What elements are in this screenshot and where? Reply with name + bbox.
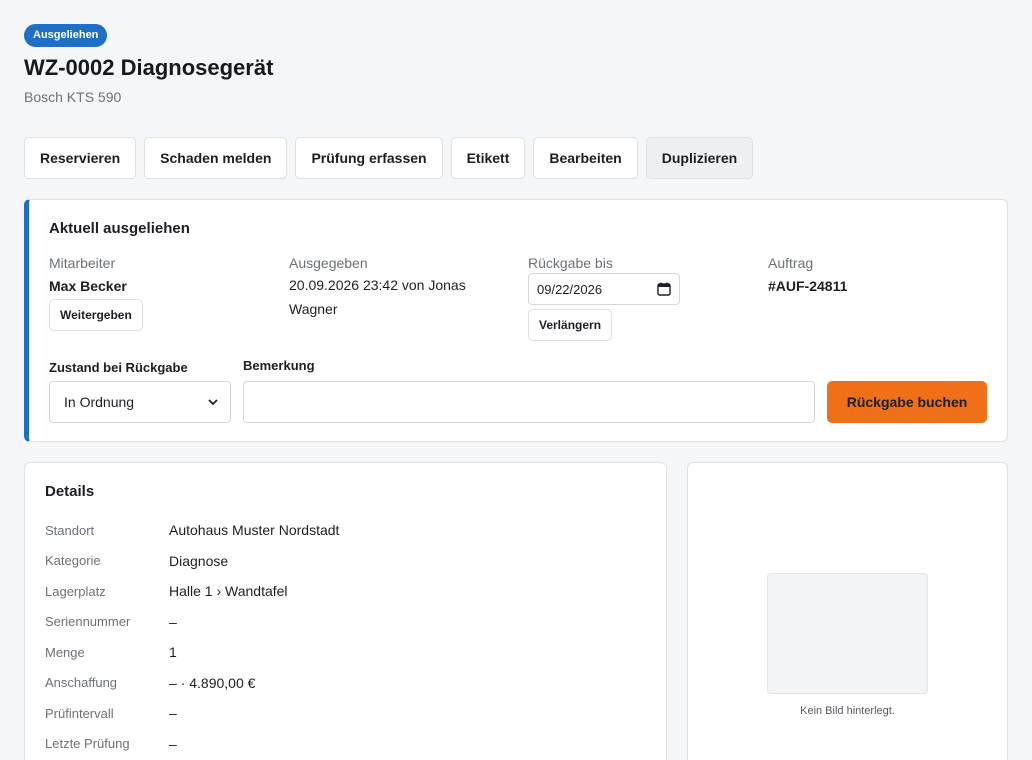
current-loan-card: Aktuell ausgeliehen Mitarbeiter Max Beck… [24,199,1008,442]
details-key: Menge [45,644,85,660]
details-value: Autohaus Muster Nordstadt [169,522,340,539]
return-column: Rückgabe bis 09/22/2026 Verlängern [528,255,680,341]
page-title: WZ-0002 Diagnosegerät [24,55,274,80]
details-value: – · 4.890,00 € [169,674,256,691]
details-row: Lagerplatz Halle 1 › Wandtafel [45,576,339,607]
details-value: – [169,613,177,630]
return-label: Rückgabe bis [528,255,613,271]
details-row: Anschaffung – · 4.890,00 € [45,668,339,699]
page-subtitle: Bosch KTS 590 [24,89,122,105]
issued-column: Ausgegeben 20.09.2026 23:42 von Jonas Wa… [289,255,509,321]
details-key: Standort [45,522,95,538]
forward-button[interactable]: Weitergeben [49,299,143,331]
image-card: Kein Bild hinterlegt. [687,462,1008,760]
details-value: Halle 1 › Wandtafel [169,583,288,600]
action-toolbar: Reservieren Schaden melden Prüfung erfas… [24,137,754,179]
report-damage-button[interactable]: Schaden melden [144,137,288,179]
details-value: 1 [169,644,177,661]
duplicate-button[interactable]: Duplizieren [645,137,754,179]
return-date-input[interactable]: 09/22/2026 [528,273,680,305]
details-row: Seriennummer – [45,607,339,638]
details-row: Kategorie Diagnose [45,546,339,577]
edit-button[interactable]: Bearbeiten [533,137,638,179]
employee-name: Max Becker [49,278,127,294]
details-table: Standort Autohaus Muster Nordstadt Kateg… [45,515,339,759]
employee-column: Mitarbeiter Max Becker Weitergeben [49,255,143,331]
chevron-down-icon [208,398,218,405]
employee-label: Mitarbeiter [49,255,116,271]
details-row: Standort Autohaus Muster Nordstadt [45,515,339,546]
record-inspection-button[interactable]: Prüfung erfassen [295,137,443,179]
image-placeholder [767,573,928,694]
order-label: Auftrag [768,255,814,271]
reserve-button[interactable]: Reservieren [24,137,137,179]
details-row: Prüfintervall – [45,698,339,729]
condition-value: In Ordnung [64,394,135,410]
details-value: – [169,735,177,752]
details-heading: Details [45,483,95,500]
details-key: Letzte Prüfung [45,736,130,752]
details-key: Kategorie [45,553,101,569]
condition-label: Zustand bei Rückgabe [49,360,188,375]
details-card: Details Standort Autohaus Muster Nordsta… [24,462,667,760]
details-key: Anschaffung [45,675,118,691]
book-return-button[interactable]: Rückgabe buchen [827,381,987,423]
details-row: Menge 1 [45,637,339,668]
issued-value: 20.09.2026 23:42 von Jonas Wagner [289,277,466,317]
issued-label: Ausgegeben [289,255,368,271]
remark-label: Bemerkung [243,358,315,373]
return-date-value: 09/22/2026 [537,281,603,297]
loan-heading: Aktuell ausgeliehen [49,220,190,237]
remark-input[interactable] [243,381,815,423]
order-number: #AUF-24811 [768,278,848,294]
details-key: Seriennummer [45,614,131,630]
details-key: Lagerplatz [45,583,106,599]
details-value: Diagnose [169,552,229,569]
order-column: Auftrag #AUF-24811 [768,255,847,295]
image-caption: Kein Bild hinterlegt. [800,705,895,717]
status-badge: Ausgeliehen [24,24,108,47]
extend-button[interactable]: Verlängern [528,309,613,341]
details-row: Letzte Prüfung – [45,729,339,760]
details-key: Prüfintervall [45,705,114,721]
condition-select[interactable]: In Ordnung [49,381,231,423]
label-button[interactable]: Etikett [450,137,526,179]
details-value: – [169,705,177,722]
calendar-icon[interactable] [657,282,671,296]
